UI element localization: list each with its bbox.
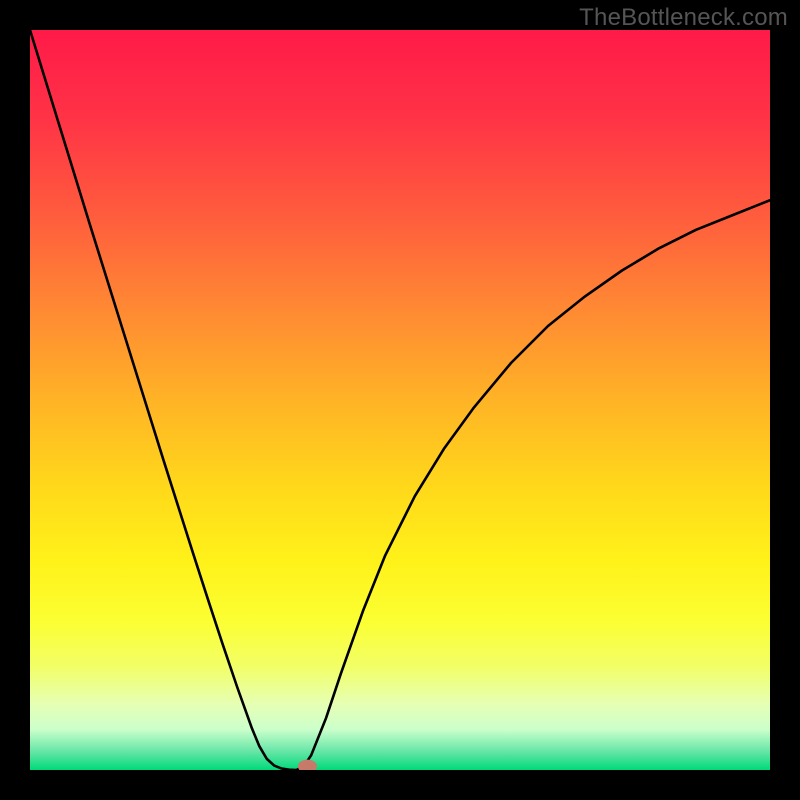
chart-frame [30, 30, 770, 770]
chart-background [30, 30, 770, 770]
watermark-text: TheBottleneck.com [579, 4, 788, 32]
chart-plot [30, 30, 770, 770]
